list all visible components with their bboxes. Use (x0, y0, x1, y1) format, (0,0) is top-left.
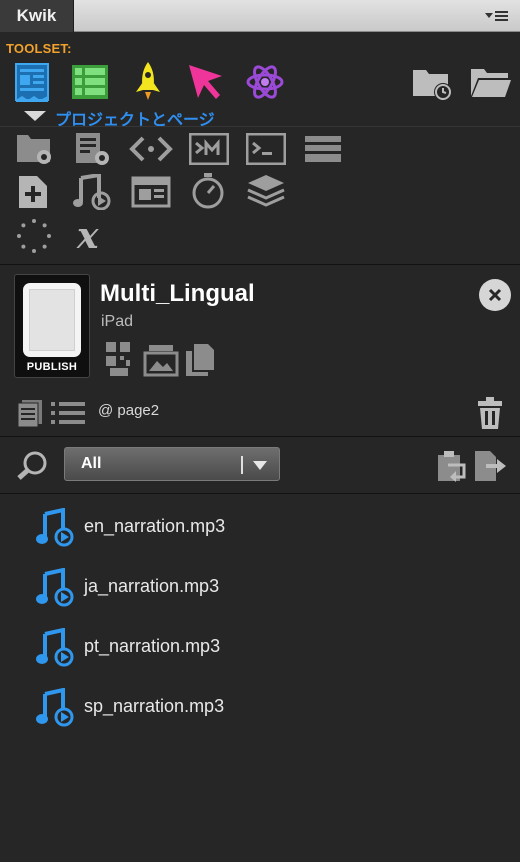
list-tool-icon[interactable] (71, 64, 109, 100)
terminal-m-icon[interactable] (189, 133, 229, 165)
folder-icon[interactable] (470, 66, 512, 100)
terminal-prompt-icon[interactable] (246, 133, 286, 165)
filter-selected-value: All (81, 455, 102, 472)
panel-tab[interactable]: Kwik (0, 0, 74, 32)
search-icon[interactable] (16, 450, 50, 480)
file-name: pt_narration.mp3 (84, 636, 221, 656)
pointer-tool-icon[interactable] (186, 62, 226, 102)
file-name: ja_narration.mp3 (84, 576, 220, 596)
folder-gear-icon[interactable] (16, 132, 54, 166)
audio-file-icon (36, 508, 74, 547)
code-brackets-icon[interactable] (129, 134, 173, 164)
ipad-device-icon (23, 283, 81, 357)
stopwatch-icon[interactable] (190, 172, 226, 210)
file-name: en_narration.mp3 (84, 516, 226, 536)
audio-file-icon (36, 568, 74, 607)
project-tool-icon[interactable] (14, 62, 50, 104)
collapse-toggle-icon[interactable] (24, 111, 46, 121)
divider (0, 436, 520, 437)
divider (0, 493, 520, 494)
audio-file-icon (36, 688, 74, 727)
list-item[interactable]: pt_narration.mp3 (34, 624, 434, 668)
rocket-tool-icon[interactable] (131, 60, 165, 102)
image-icon[interactable] (143, 343, 179, 377)
file-name: sp_narration.mp3 (84, 696, 225, 716)
music-note-icon[interactable] (73, 174, 111, 210)
panel-titlebar: Kwik (0, 0, 520, 32)
list-item[interactable]: ja_narration.mp3 (34, 564, 434, 608)
copy-icon[interactable] (182, 342, 218, 378)
export-icon[interactable] (472, 449, 508, 483)
current-page-label: @ page2 (98, 402, 160, 419)
folder-clock-icon[interactable] (412, 66, 454, 102)
divider (0, 126, 520, 127)
trash-icon[interactable] (476, 396, 504, 430)
pages-icon[interactable] (16, 398, 46, 428)
variable-x-icon[interactable]: x (73, 216, 113, 254)
paste-icon[interactable] (434, 449, 468, 483)
dotted-circle-icon[interactable] (16, 218, 52, 254)
list-item[interactable]: en_narration.mp3 (34, 504, 434, 548)
document-gear-icon[interactable] (73, 131, 111, 167)
svg-text:x: x (76, 216, 99, 254)
filter-dropdown[interactable]: All (64, 447, 280, 481)
project-title: Multi_Lingual (100, 280, 255, 307)
close-project-button[interactable] (479, 279, 511, 311)
widget-icon[interactable] (131, 176, 171, 208)
qr-code-icon[interactable] (104, 340, 134, 378)
toolset-label: TOOLSET: (6, 41, 72, 56)
panel-menu-icon[interactable] (484, 6, 510, 26)
publish-button[interactable]: PUBLISH (14, 274, 90, 378)
project-device: iPad (101, 313, 134, 330)
stack-layers-icon[interactable] (303, 134, 343, 164)
atom-tool-icon[interactable] (245, 62, 285, 102)
chevron-down-icon (253, 461, 267, 470)
list-icon[interactable] (50, 400, 86, 426)
layers-icon[interactable] (246, 173, 286, 209)
close-icon (488, 288, 502, 302)
divider (0, 264, 520, 265)
publish-label: PUBLISH (26, 361, 78, 373)
add-page-icon[interactable] (17, 174, 49, 210)
audio-file-icon (36, 628, 74, 667)
list-item[interactable]: sp_narration.mp3 (34, 684, 434, 728)
